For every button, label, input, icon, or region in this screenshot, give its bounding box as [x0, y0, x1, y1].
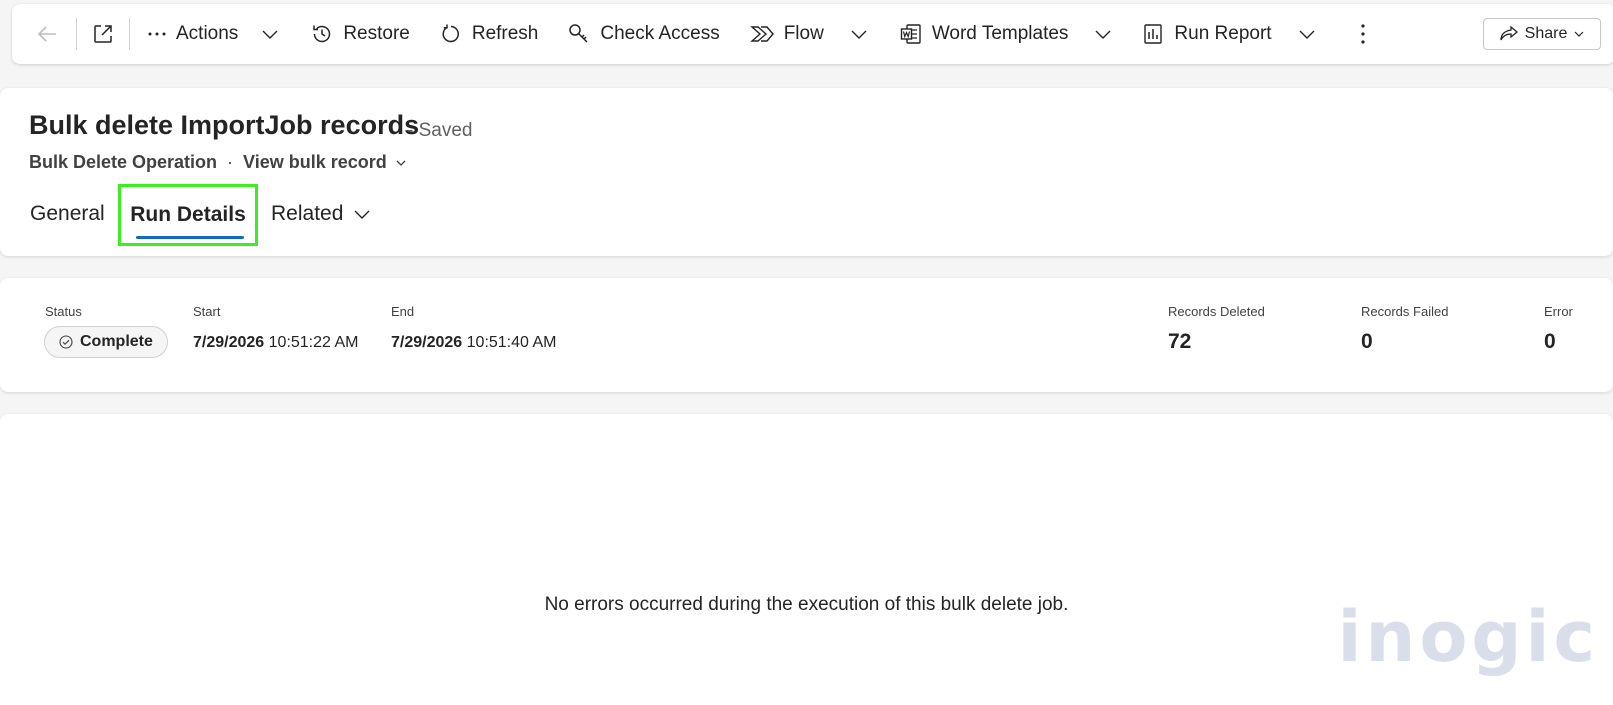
more-horizontal-icon	[148, 32, 166, 36]
tab-general[interactable]: General	[30, 186, 105, 242]
end-value: 7/29/2026 10:51:40 AM	[391, 334, 556, 352]
status-value: Complete	[80, 333, 153, 350]
chevron-down-icon	[1574, 31, 1584, 37]
more-vertical-icon	[1360, 24, 1365, 44]
chevron-down-icon	[262, 30, 278, 39]
tab-label: Run Details	[130, 203, 246, 226]
word-templates-button[interactable]: Word Templates	[900, 14, 1113, 54]
actions-button[interactable]: Actions	[147, 14, 279, 54]
check-circle-icon	[59, 335, 73, 349]
check-access-button[interactable]: Check Access	[568, 14, 720, 54]
flow-icon	[749, 26, 774, 42]
record-subheader: Bulk Delete Operation · View bulk record	[29, 152, 407, 173]
error-label: Error	[1544, 304, 1573, 319]
back-button[interactable]	[36, 14, 60, 54]
refresh-button[interactable]: Refresh	[440, 14, 539, 54]
errors-panel: No errors occurred during the execution …	[0, 414, 1613, 705]
actions-label: Actions	[176, 23, 239, 44]
word-document-icon	[900, 24, 921, 44]
word-templates-label: Word Templates	[931, 23, 1069, 44]
status-badge: Complete	[44, 326, 168, 358]
records-deleted-label: Records Deleted	[1168, 304, 1265, 319]
start-value: 7/29/2026 10:51:22 AM	[193, 334, 358, 352]
form-selector[interactable]: View bulk record	[243, 152, 407, 173]
key-icon	[569, 24, 588, 43]
more-commands-button[interactable]	[1360, 14, 1366, 54]
start-date: 7/29/2026	[193, 334, 265, 351]
report-icon	[1144, 24, 1163, 44]
flow-button[interactable]: Flow	[749, 14, 868, 54]
end-time: 10:51:40 AM	[466, 334, 557, 351]
chevron-down-icon	[1095, 30, 1111, 39]
share-button[interactable]: Share	[1483, 18, 1601, 50]
check-access-label: Check Access	[600, 23, 720, 44]
error-value: 0	[1544, 330, 1556, 353]
command-bar: Actions Restore Refresh Check Access Flo…	[12, 4, 1613, 64]
chevron-down-icon	[1299, 30, 1315, 39]
end-date: 7/29/2026	[391, 334, 463, 351]
run-report-button[interactable]: Run Report	[1142, 14, 1315, 54]
open-new-window-icon	[94, 25, 112, 43]
run-details-summary: Status Complete Start 7/29/2026 10:51:22…	[0, 278, 1613, 392]
arrow-left-icon	[37, 26, 56, 42]
refresh-label: Refresh	[471, 23, 539, 44]
tab-run-details[interactable]: Run Details	[118, 184, 258, 246]
history-icon	[313, 25, 331, 43]
separator	[129, 18, 130, 50]
tab-label: Related	[271, 202, 344, 225]
record-header: Bulk delete ImportJob records - Saved Bu…	[0, 88, 1613, 256]
start-label: Start	[193, 304, 221, 319]
tab-label: General	[30, 202, 105, 225]
share-icon	[1499, 25, 1518, 41]
separator	[76, 18, 77, 50]
flow-label: Flow	[783, 23, 824, 44]
restore-button[interactable]: Restore	[311, 14, 410, 54]
chevron-down-icon	[851, 30, 867, 39]
start-time: 10:51:22 AM	[268, 334, 359, 351]
share-label: Share	[1524, 25, 1568, 42]
subheader-separator: ·	[227, 152, 234, 172]
entity-name: Bulk Delete Operation	[29, 152, 218, 172]
records-failed-label: Records Failed	[1361, 304, 1449, 319]
page-title: Bulk delete ImportJob records	[29, 110, 420, 140]
brand-watermark: inogic	[1337, 596, 1599, 678]
end-label: End	[391, 304, 415, 319]
status-label: Status	[45, 304, 82, 319]
records-failed-value: 0	[1361, 330, 1373, 353]
selected-tab-indicator	[136, 236, 244, 239]
chevron-down-icon	[396, 160, 406, 166]
tab-related[interactable]: Related	[271, 186, 371, 242]
refresh-icon	[442, 24, 459, 43]
run-report-label: Run Report	[1174, 23, 1272, 44]
restore-label: Restore	[343, 23, 410, 44]
open-in-new-window-button[interactable]	[92, 14, 114, 54]
chevron-down-icon	[354, 210, 370, 219]
form-selector-label: View bulk record	[243, 152, 387, 172]
records-deleted-value: 72	[1168, 330, 1192, 353]
save-status: - Saved	[407, 120, 473, 141]
